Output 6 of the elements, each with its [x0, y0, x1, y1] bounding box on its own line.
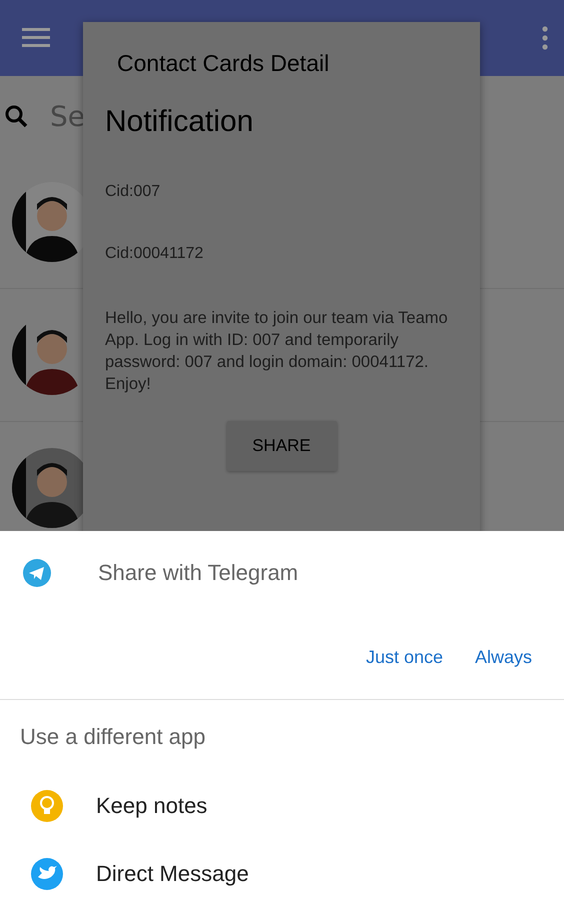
section-title: Use a different app [19, 723, 206, 751]
notification-heading: Notification [105, 105, 254, 139]
cid-text: Cid:007 [105, 183, 162, 201]
dialog-title: Contact Cards Detail [117, 50, 330, 77]
message-text: Hello, you are invite to join our team via Teamo App. Log in with ID: 007 and temporarily password: 007 and login domain: 00041172. Enjoy! [105, 308, 449, 395]
cid-text: Cid:00041172 [105, 245, 204, 263]
